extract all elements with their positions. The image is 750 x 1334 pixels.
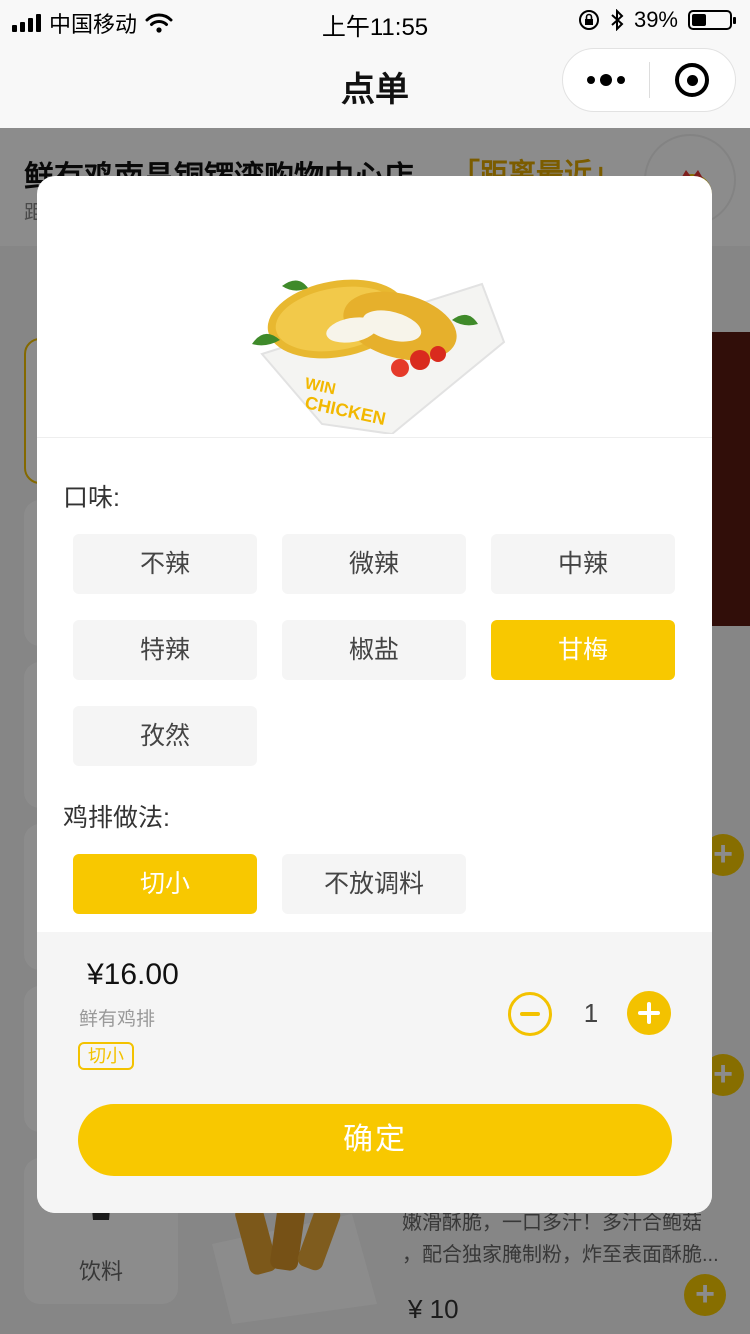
flavor-option-medium[interactable]: 中辣 xyxy=(491,534,675,594)
more-button[interactable] xyxy=(563,49,649,111)
battery-fill xyxy=(692,14,707,26)
rotation-lock-icon xyxy=(578,10,599,30)
flavor-option-salt-pepper[interactable]: 椒盐 xyxy=(282,620,466,680)
selected-option-tag: 切小 xyxy=(78,1042,134,1070)
item-name: 鲜有鸡排 xyxy=(79,1009,156,1030)
status-bar: 中国移动 上午11:55 39% xyxy=(0,0,750,41)
chicken-cutlet-image: WIN CHICKEN xyxy=(252,279,506,434)
target-icon xyxy=(675,63,710,97)
increase-quantity-button[interactable] xyxy=(627,991,671,1035)
quantity-value: 1 xyxy=(583,998,599,1028)
mini-program-capsule xyxy=(562,48,736,112)
status-right: 39% xyxy=(578,7,736,33)
close-miniprogram-button[interactable] xyxy=(650,63,736,97)
modal-footer: ¥16.00 鲜有鸡排 切小 1 确定 xyxy=(37,932,712,1213)
decrease-quantity-button[interactable] xyxy=(508,992,552,1036)
confirm-button[interactable]: 确定 xyxy=(78,1104,672,1176)
item-price: ¥16.00 xyxy=(87,958,179,991)
product-options-modal: WIN CHICKEN 口味: 不辣 微辣 中辣 特辣 椒盐 甘梅 孜然 鸡排做… xyxy=(37,176,712,1213)
flavor-option-mild[interactable]: 微辣 xyxy=(282,534,466,594)
flavor-option-plum[interactable]: 甘梅 xyxy=(491,620,675,680)
flavor-option-cumin[interactable]: 孜然 xyxy=(73,706,257,766)
flavor-option-not-spicy[interactable]: 不辣 xyxy=(73,534,257,594)
product-image: WIN CHICKEN xyxy=(37,176,712,438)
method-option-no-seasoning[interactable]: 不放调料 xyxy=(282,854,466,914)
flavor-label: 口味: xyxy=(63,484,120,512)
method-option-cut-small[interactable]: 切小 xyxy=(73,854,257,914)
nav-bar: 点单 xyxy=(0,40,750,128)
method-label: 鸡排做法: xyxy=(63,804,170,832)
battery-icon xyxy=(688,10,736,30)
bluetooth-icon xyxy=(611,9,624,31)
flavor-option-extra-hot[interactable]: 特辣 xyxy=(73,620,257,680)
battery-percent: 39% xyxy=(633,7,678,32)
